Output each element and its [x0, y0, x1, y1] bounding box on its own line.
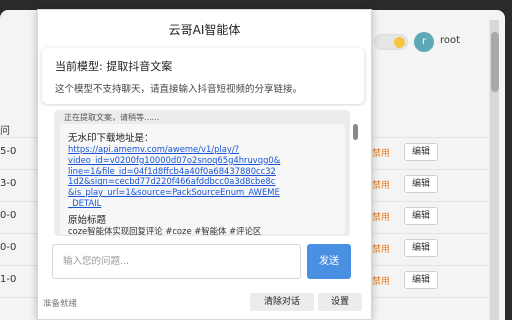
original-title-label: 原始标题 — [68, 215, 107, 226]
download-label: 无水印下载地址是： — [68, 133, 154, 144]
disable-link[interactable]: 禁用 — [372, 178, 390, 191]
row-date-fragment: 1-0 — [0, 274, 17, 285]
download-link-line[interactable]: https://api.amemv.com/aweme/v1/play/? — [68, 144, 303, 155]
download-link-line[interactable]: line=1&file_id=04f1d8ffcb4a40f0a68437880… — [68, 166, 303, 177]
model-info-card: 当前模型: 提取抖音文案 这个模型不支持聊天，请直接输入抖音短视频的分享链接。 — [42, 48, 364, 104]
model-subtitle: 这个模型不支持聊天，请直接输入抖音短视频的分享链接。 — [55, 84, 303, 95]
result-card: 无水印下载地址是： https://api.amemv.com/aweme/v1… — [60, 124, 345, 236]
header-fragment: 问 — [0, 126, 10, 137]
processing-status: 正在提取文案，请稍等...... — [64, 113, 160, 122]
row-date-fragment: 3-0 — [0, 178, 17, 189]
disable-link[interactable]: 禁用 — [372, 146, 390, 159]
toggle-knob — [394, 37, 405, 48]
dialog-title: 云哥AI智能体 — [168, 23, 241, 37]
row-date-fragment: 5-0 — [0, 146, 17, 157]
download-link-line[interactable]: video_id=v0200fg10000d07o2snoq65g4hruvqg… — [68, 155, 303, 166]
chat-messages[interactable]: 正在提取文案，请稍等...... 无水印下载地址是： https://api.a… — [42, 106, 364, 236]
question-input[interactable] — [53, 245, 300, 278]
chat-scrollbar[interactable] — [353, 112, 359, 236]
edit-button[interactable]: 编辑 — [404, 271, 438, 289]
chat-dialog: 云哥AI智能体 当前模型: 提取抖音文案 这个模型不支持聊天，请直接输入抖音短视… — [37, 9, 372, 320]
chat-scroll-thumb[interactable] — [353, 124, 358, 140]
download-link[interactable]: https://api.amemv.com/aweme/v1/play/? vi… — [68, 144, 303, 209]
disable-link[interactable]: 禁用 — [372, 274, 390, 287]
theme-toggle[interactable] — [374, 34, 408, 50]
avatar[interactable]: r — [414, 32, 434, 52]
status-text: 准备就绪 — [43, 299, 78, 309]
disable-link[interactable]: 禁用 — [372, 210, 390, 223]
page-scrollbar[interactable] — [489, 20, 499, 320]
question-input-box[interactable] — [52, 244, 301, 279]
edit-button[interactable]: 编辑 — [404, 143, 438, 161]
send-button[interactable]: 发送 — [307, 244, 351, 279]
clear-chat-button[interactable]: 清除对话 — [250, 293, 314, 311]
download-link-line[interactable]: &is_play_url=1&source=PackSourceEnum_AWE… — [68, 187, 303, 198]
page-scroll-thumb[interactable] — [491, 32, 499, 92]
download-link-line[interactable]: 1d2&sign=cecbd77d220f466afddbcc0a3d8cbe8… — [68, 176, 303, 187]
dialog-footer: 准备就绪 清除对话 设置 — [38, 290, 371, 320]
assistant-message: 正在提取文案，请稍等...... 无水印下载地址是： https://api.a… — [54, 110, 350, 236]
settings-button[interactable]: 设置 — [318, 293, 362, 311]
edit-button[interactable]: 编辑 — [404, 207, 438, 225]
row-date-fragment: 0-0 — [0, 210, 17, 221]
download-link-line[interactable]: _DETAIL — [68, 198, 303, 209]
username[interactable]: root — [440, 35, 460, 46]
original-title: coze智能体实现回复评论 #coze #智能体 #评论区 — [68, 226, 262, 236]
row-date-fragment: 0-0 — [0, 242, 17, 253]
edit-button[interactable]: 编辑 — [404, 239, 438, 257]
edit-button[interactable]: 编辑 — [404, 175, 438, 193]
model-title: 当前模型: 提取抖音文案 — [55, 60, 173, 73]
disable-link[interactable]: 禁用 — [372, 242, 390, 255]
